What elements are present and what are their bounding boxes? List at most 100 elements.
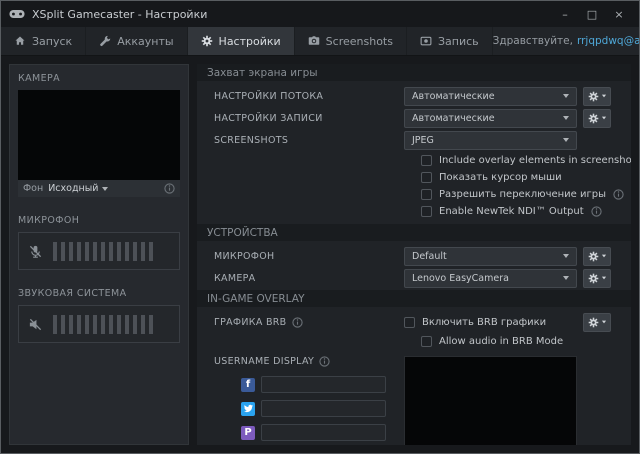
dropdown-value: JPEG bbox=[412, 135, 563, 146]
sound-section-label: ЗВУКОВАЯ СИСТЕМА bbox=[18, 288, 180, 299]
tab-screenshots[interactable]: Screenshots bbox=[295, 27, 407, 55]
tab-label: Аккаунты bbox=[117, 35, 173, 48]
checkbox-label: Показать курсор мыши bbox=[439, 172, 562, 183]
level-bars bbox=[53, 242, 157, 261]
tab-accounts[interactable]: Аккаунты bbox=[86, 27, 187, 55]
camera-device-dropdown[interactable]: Lenovo EasyCamera bbox=[404, 269, 577, 288]
record-settings-gear-button[interactable] bbox=[583, 109, 611, 128]
tab-settings[interactable]: Настройки bbox=[188, 27, 295, 55]
titlebar: XSplit Gamecaster - Настройки – □ × bbox=[1, 1, 639, 27]
checkbox-label: Включить BRB графики bbox=[422, 317, 546, 328]
app-window: XSplit Gamecaster - Настройки – □ × Запу… bbox=[0, 0, 640, 454]
twitter-bird-icon bbox=[244, 404, 253, 413]
show-mouse-cursor-checkbox[interactable] bbox=[421, 172, 432, 183]
tab-label: Screenshots bbox=[326, 35, 393, 48]
player-glyph: P bbox=[244, 427, 251, 438]
camera-background-bar: Фон Исходный bbox=[18, 180, 180, 197]
microphone-device-dropdown[interactable]: Default bbox=[404, 247, 577, 266]
close-button[interactable]: × bbox=[607, 5, 631, 23]
gear-icon bbox=[588, 273, 599, 284]
background-dropdown[interactable]: Исходный bbox=[48, 183, 108, 194]
microphone-gear-button[interactable] bbox=[583, 247, 611, 266]
microphone-section-label: МИКРОФОН bbox=[18, 215, 180, 226]
window-controls: – □ × bbox=[553, 5, 631, 23]
player-me-icon: P bbox=[241, 426, 255, 440]
info-icon[interactable] bbox=[292, 317, 303, 328]
stream-settings-row: НАСТРОЙКИ ПОТОКА Автоматические bbox=[197, 86, 631, 106]
enable-ndi-output-checkbox[interactable] bbox=[421, 206, 432, 217]
maximize-button[interactable]: □ bbox=[580, 5, 604, 23]
chevron-down-icon bbox=[601, 117, 605, 120]
gear-icon bbox=[588, 91, 599, 102]
chevron-down-icon bbox=[601, 255, 605, 258]
minimize-button[interactable]: – bbox=[553, 5, 577, 23]
greeting: Здравствуйте, rrjqpdwq@anonmai... bbox=[493, 27, 639, 55]
username-display-label: USERNAME DISPLAY bbox=[214, 356, 404, 367]
screenshots-format-dropdown[interactable]: JPEG bbox=[404, 131, 577, 150]
home-icon bbox=[14, 35, 26, 47]
tab-record[interactable]: Запись bbox=[407, 27, 493, 55]
sidebar: КАМЕРА Фон Исходный МИКРОФОН ЗВУКОВАЯ СИ… bbox=[9, 64, 189, 445]
tab-launch[interactable]: Запуск bbox=[1, 27, 86, 55]
info-icon[interactable] bbox=[164, 183, 175, 194]
chevron-down-icon bbox=[563, 116, 569, 120]
brb-graphics-row: ГРАФИКА BRB Включить BRB графики bbox=[197, 312, 631, 332]
gear-icon bbox=[588, 113, 599, 124]
level-bars bbox=[53, 315, 157, 334]
checkbox-row: Показать курсор мыши bbox=[197, 169, 631, 185]
microphone-level-meter bbox=[18, 232, 180, 270]
camera-gear-button[interactable] bbox=[583, 269, 611, 288]
info-icon[interactable] bbox=[319, 356, 330, 367]
gear-icon bbox=[588, 251, 599, 262]
section-game-capture: Захват экрана игры bbox=[197, 64, 631, 81]
checkbox-row: Allow audio in BRB Mode bbox=[197, 334, 631, 349]
chevron-down-icon bbox=[601, 95, 605, 98]
checkbox-label: Allow audio in BRB Mode bbox=[439, 336, 563, 347]
brb-gear-button[interactable] bbox=[583, 313, 611, 332]
brb-graphics-label: ГРАФИКА BRB bbox=[214, 317, 404, 328]
include-overlay-checkbox[interactable] bbox=[421, 155, 432, 166]
username-display-text: USERNAME DISPLAY bbox=[214, 356, 314, 367]
record-settings-label: НАСТРОЙКИ ЗАПИСИ bbox=[214, 113, 404, 124]
record-settings-dropdown[interactable]: Автоматические bbox=[404, 109, 577, 128]
checkbox-label: Include overlay elements in screenshot c… bbox=[439, 155, 631, 166]
section-ingame-overlay: IN-GAME OVERLAY bbox=[197, 290, 631, 307]
gamepad-icon bbox=[9, 9, 25, 19]
dropdown-value: Автоматические bbox=[412, 113, 563, 124]
section-devices: УСТРОЙСТВА bbox=[197, 224, 631, 241]
gear-icon bbox=[588, 317, 599, 328]
microphone-device-label: МИКРОФОН bbox=[214, 251, 404, 262]
chevron-down-icon bbox=[563, 94, 569, 98]
settings-panel: Захват экрана игры НАСТРОЙКИ ПОТОКА Авто… bbox=[197, 64, 631, 445]
chevron-down-icon bbox=[563, 138, 569, 142]
record-icon bbox=[420, 35, 432, 47]
twitter-icon bbox=[241, 402, 255, 416]
checkbox-label: Разрешить переключение игры bbox=[439, 189, 606, 200]
brb-allow-audio-checkbox[interactable] bbox=[421, 336, 432, 347]
stream-settings-dropdown[interactable]: Автоматические bbox=[404, 87, 577, 106]
checkbox-row: Разрешить переключение игры bbox=[197, 186, 631, 202]
record-settings-row: НАСТРОЙКИ ЗАПИСИ Автоматические bbox=[197, 108, 631, 128]
info-icon[interactable] bbox=[591, 206, 602, 217]
sound-level-meter bbox=[18, 305, 180, 343]
background-label: Фон bbox=[23, 183, 43, 194]
stream-settings-gear-button[interactable] bbox=[583, 87, 611, 106]
info-icon[interactable] bbox=[613, 189, 624, 200]
facebook-username-input[interactable] bbox=[261, 376, 386, 393]
twitter-username-input[interactable] bbox=[261, 400, 386, 417]
dropdown-value: Автоматические bbox=[412, 91, 563, 102]
greeting-text: Здравствуйте, bbox=[493, 35, 573, 47]
brb-label-text: ГРАФИКА BRB bbox=[214, 317, 287, 328]
username-display-block: USERNAME DISPLAY f P bbox=[197, 356, 631, 445]
tab-label: Запуск bbox=[32, 35, 72, 48]
allow-game-switching-checkbox[interactable] bbox=[421, 189, 432, 200]
camera-section-label: КАМЕРА bbox=[18, 73, 180, 84]
facebook-username-row: f bbox=[241, 376, 404, 393]
facebook-icon: f bbox=[241, 378, 255, 392]
username-preview-box bbox=[404, 356, 577, 445]
account-email-link[interactable]: rrjqpdwq@anonmai... bbox=[577, 35, 639, 47]
checkbox-row: Include overlay elements in screenshot c… bbox=[197, 152, 631, 168]
enable-brb-checkbox[interactable] bbox=[404, 317, 415, 328]
screenshots-format-row: SCREENSHOTS JPEG bbox=[197, 130, 631, 150]
player-username-input[interactable] bbox=[261, 424, 386, 441]
